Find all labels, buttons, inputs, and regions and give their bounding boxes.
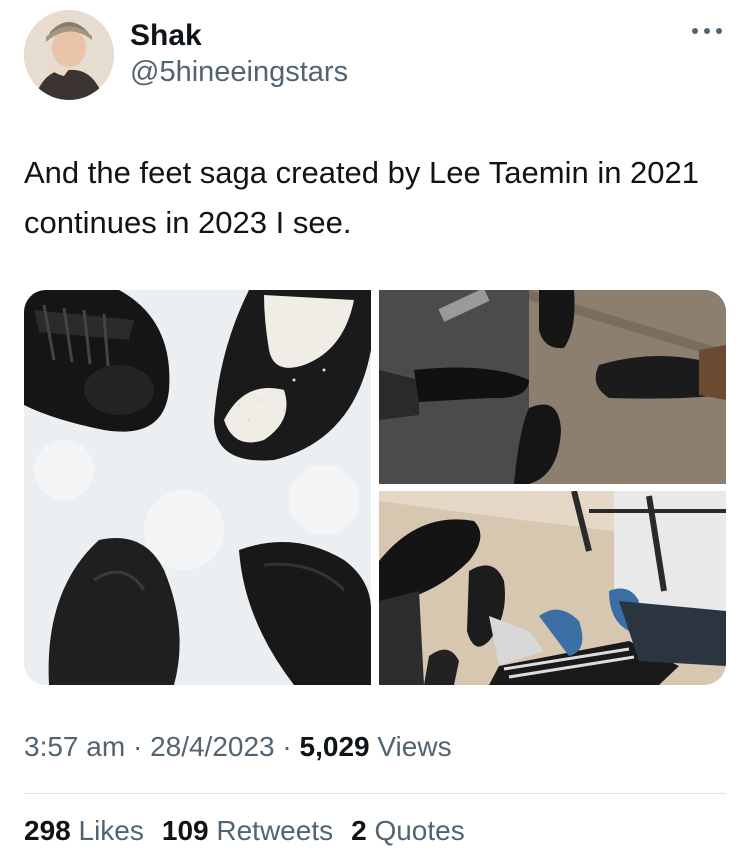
retweets-stat[interactable]: 109 Retweets [162,815,333,847]
user-handle[interactable]: @5hineeingstars [130,54,348,90]
tweet-date[interactable]: 28/4/2023 [150,731,275,762]
quotes-stat[interactable]: 2 Quotes [351,815,465,847]
separator: · [132,731,143,762]
views-label: Views [377,731,452,762]
divider [24,793,726,794]
views-count: 5,029 [299,731,370,762]
likes-label: Likes [78,815,144,846]
quotes-count: 2 [351,815,367,846]
feet-photo-floor[interactable] [379,290,726,484]
author-info: Shak @5hineeingstars [130,18,348,90]
tweet-header: Shak @5hineeingstars [24,10,726,102]
dot [716,28,722,34]
likes-count: 298 [24,815,71,846]
separator: · [282,731,292,762]
feet-photo-sneakers[interactable] [379,491,726,685]
more-horizontal-icon[interactable] [692,24,722,38]
avatar[interactable] [24,10,114,100]
shoes-photo-overhead[interactable] [24,290,371,685]
tweet-text: And the feet saga created by Lee Taemin … [24,155,700,240]
quotes-label: Quotes [374,815,465,846]
media-grid [24,290,726,685]
display-name[interactable]: Shak [130,18,348,54]
dot [704,28,710,34]
likes-stat[interactable]: 298 Likes [24,815,144,847]
profile-photo [24,10,114,100]
tweet-stats: 298 Likes 109 Retweets 2 Quotes [24,815,465,847]
retweets-label: Retweets [216,815,334,846]
tweet-time[interactable]: 3:57 am [24,731,125,762]
retweets-count: 109 [161,815,209,846]
tweet-meta: 3:57 am · 28/4/2023 · 5,029 Views [24,731,452,763]
dot [692,28,698,34]
